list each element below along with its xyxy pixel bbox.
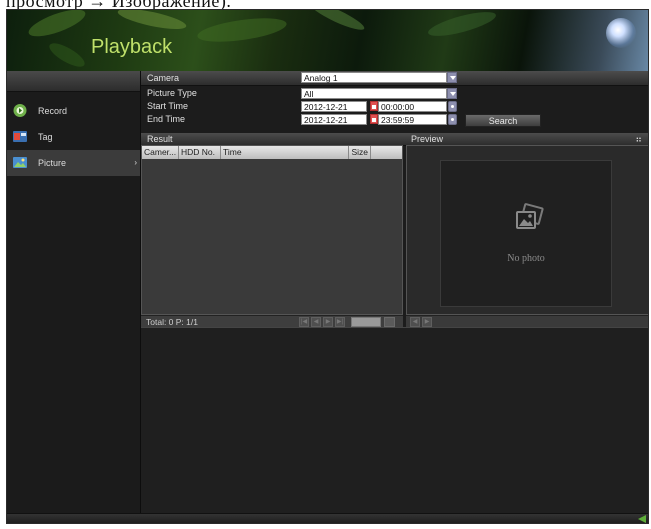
sidebar-item-tag[interactable]: Tag <box>7 124 140 150</box>
next-photo-icon[interactable]: ▶ <box>422 317 432 327</box>
calendar-icon[interactable] <box>370 114 378 124</box>
page-number-input[interactable] <box>351 317 381 327</box>
playback-window: Playback Record Tag Picture › Camera Ana… <box>6 9 649 524</box>
result-list[interactable]: Camer... HDD No. Time Size <box>141 145 403 315</box>
preview-panel: No photo <box>406 145 648 315</box>
sidebar-item-record[interactable]: Record <box>7 98 140 124</box>
go-page-button[interactable] <box>384 317 395 327</box>
camera-select[interactable]: Analog 1 <box>301 72 447 83</box>
column-size[interactable]: Size <box>349 146 371 159</box>
start-date-field[interactable]: 2012-12-21 <box>301 101 367 112</box>
end-date-field[interactable]: 2012-12-21 <box>301 114 367 125</box>
camera-dropdown-icon[interactable] <box>447 72 457 83</box>
result-title: Result <box>147 134 173 144</box>
prev-photo-icon[interactable]: ◀ <box>410 317 420 327</box>
no-photo-icon <box>516 203 544 229</box>
sidebar-item-label: Tag <box>38 132 53 142</box>
page-title: Playback <box>91 36 173 58</box>
record-icon <box>13 104 27 117</box>
column-camera[interactable]: Camer... <box>142 146 179 159</box>
camera-label: Camera <box>147 73 180 83</box>
column-extra <box>371 146 402 159</box>
prev-page-icon[interactable]: ◀ <box>311 317 321 327</box>
search-button[interactable]: Search <box>465 114 541 127</box>
preview-title: Preview <box>411 134 444 144</box>
photo-placeholder: No photo <box>440 160 612 307</box>
start-time-spinner-icon[interactable] <box>448 101 457 112</box>
sidebar: Record Tag Picture › <box>7 71 141 513</box>
table-header: Camer... HDD No. Time Size <box>142 146 402 159</box>
end-time-spinner-icon[interactable] <box>448 114 457 125</box>
end-time-field[interactable]: 23:59:59 <box>378 114 447 125</box>
sidebar-item-label: Record <box>38 106 68 116</box>
chevron-right-icon: › <box>134 158 137 167</box>
picture-type-label: Picture Type <box>147 88 197 98</box>
first-page-icon[interactable]: |◀ <box>299 317 309 327</box>
sidebar-item-label: Picture <box>38 158 67 168</box>
picture-type-select[interactable]: All <box>301 88 447 99</box>
start-time-field[interactable]: 00:00:00 <box>378 101 447 112</box>
calendar-icon[interactable] <box>370 101 378 111</box>
no-photo-text: No photo <box>507 253 545 264</box>
end-time-label: End Time <box>147 114 186 124</box>
picture-icon <box>13 157 27 168</box>
empty-lower-area <box>141 327 648 514</box>
sidebar-header <box>7 71 140 92</box>
filter-rows: Picture Type All Start Time 2012-12-21 0… <box>141 85 648 133</box>
start-time-label: Start Time <box>147 101 189 111</box>
main-panel: Camera Analog 1 Picture Type All Start T… <box>141 71 648 514</box>
column-hdd-no[interactable]: HDD No. <box>179 146 221 159</box>
light-orb-decoration <box>606 18 636 48</box>
next-page-icon[interactable]: ▶ <box>323 317 333 327</box>
grid-icon[interactable]: ⠶ <box>635 133 642 145</box>
sidebar-item-picture[interactable]: Picture › <box>7 150 140 176</box>
status-bar <box>7 513 648 523</box>
header-banner: Playback <box>7 10 648 72</box>
tag-icon <box>13 131 27 142</box>
last-page-icon[interactable]: ▶| <box>335 317 345 327</box>
picture-type-dropdown-icon[interactable] <box>447 88 457 99</box>
back-arrow-icon[interactable] <box>638 515 646 523</box>
camera-row: Camera Analog 1 <box>141 71 648 86</box>
column-time[interactable]: Time <box>221 146 349 159</box>
